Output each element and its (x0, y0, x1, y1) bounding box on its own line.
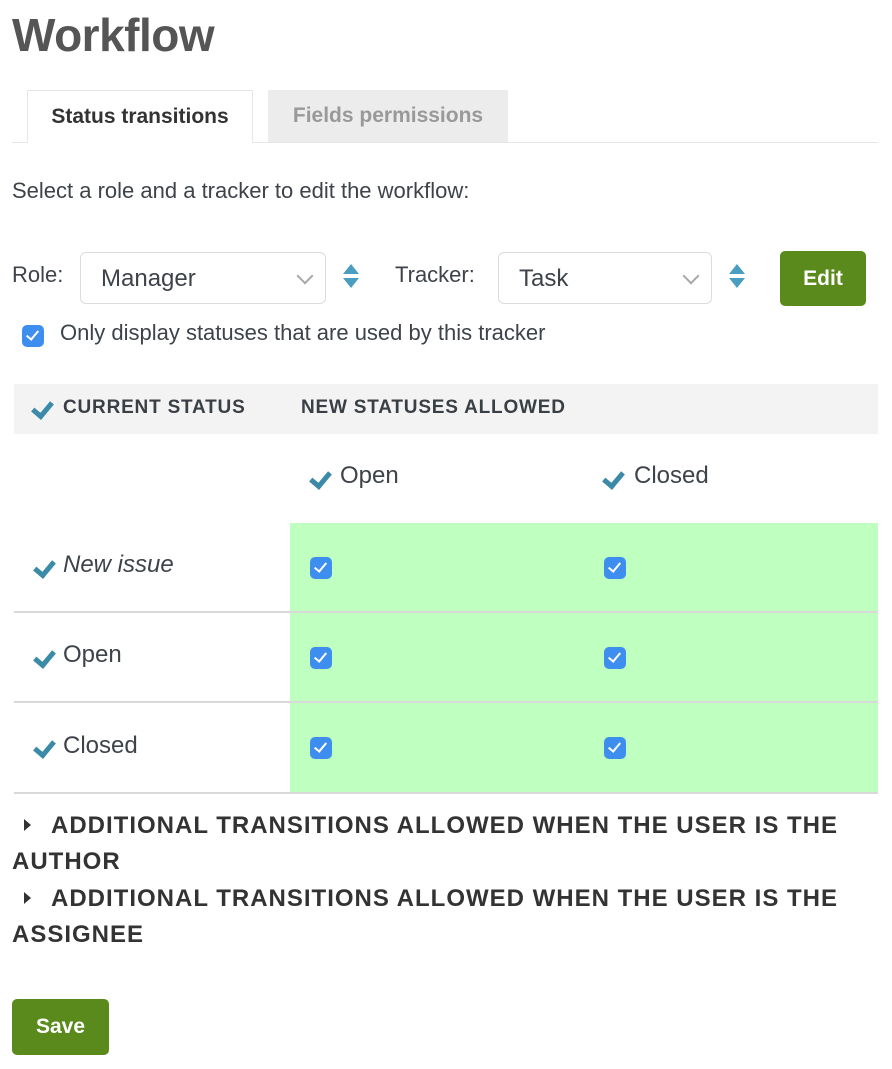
tracker-select[interactable]: Task (498, 252, 712, 304)
caret-right-icon (24, 819, 31, 831)
row-divider (14, 611, 878, 613)
transition-open-open-checkbox[interactable] (310, 647, 332, 669)
tracker-label: Tracker: (395, 262, 475, 287)
table-header: CURRENT STATUS NEW STATUSES ALLOWED (14, 384, 878, 434)
transition-closed-closed-checkbox[interactable] (604, 737, 626, 759)
transition-new-issue-open-checkbox[interactable] (310, 557, 332, 579)
additional-assignee-label: ADDITIONAL TRANSITIONS ALLOWED WHEN THE … (12, 885, 838, 948)
column-check-open-icon[interactable] (309, 466, 332, 490)
column-header-open: Open (340, 462, 399, 489)
only-used-statuses-label: Only display statuses that are used by t… (60, 320, 546, 345)
tracker-sort-icon[interactable] (729, 264, 745, 290)
page-title: Workflow (12, 9, 215, 61)
chevron-down-icon (296, 267, 314, 285)
header-current-status: CURRENT STATUS (63, 397, 246, 418)
header-new-statuses: NEW STATUSES ALLOWED (301, 397, 566, 418)
row-label-closed: Closed (63, 732, 138, 759)
additional-author-label: ADDITIONAL TRANSITIONS ALLOWED WHEN THE … (12, 812, 838, 875)
only-used-statuses-checkbox[interactable] (22, 325, 44, 347)
tab-bar: Status transitions Fields permissions (12, 90, 878, 143)
role-select[interactable]: Manager (80, 252, 326, 304)
tab-status-transitions[interactable]: Status transitions (27, 90, 253, 143)
role-sort-icon[interactable] (343, 264, 359, 290)
instructions-text: Select a role and a tracker to edit the … (12, 178, 470, 203)
edit-button[interactable]: Edit (780, 251, 866, 306)
check-all-icon[interactable] (31, 396, 54, 420)
role-label: Role: (12, 262, 64, 287)
additional-author-toggle[interactable]: ADDITIONAL TRANSITIONS ALLOWED WHEN THE … (12, 808, 878, 880)
column-header-closed: Closed (634, 462, 709, 489)
transition-new-issue-closed-checkbox[interactable] (604, 557, 626, 579)
row-check-open-icon[interactable] (33, 645, 56, 669)
row-check-closed-icon[interactable] (33, 735, 56, 759)
row-label-open: Open (63, 641, 122, 668)
row-divider (14, 701, 878, 703)
additional-assignee-toggle[interactable]: ADDITIONAL TRANSITIONS ALLOWED WHEN THE … (12, 881, 878, 953)
row-label-new-issue: New issue (63, 551, 174, 578)
transition-closed-open-checkbox[interactable] (310, 737, 332, 759)
tracker-select-value: Task (519, 265, 569, 292)
column-check-closed-icon[interactable] (602, 466, 625, 490)
save-button[interactable]: Save (12, 999, 109, 1055)
row-divider (14, 792, 878, 794)
allowed-transitions-area (290, 523, 878, 793)
transition-open-closed-checkbox[interactable] (604, 647, 626, 669)
chevron-down-icon (682, 267, 700, 285)
tab-fields-permissions[interactable]: Fields permissions (268, 90, 508, 142)
row-check-new-issue-icon[interactable] (33, 555, 56, 579)
caret-right-icon (24, 892, 31, 904)
role-select-value: Manager (101, 265, 196, 292)
